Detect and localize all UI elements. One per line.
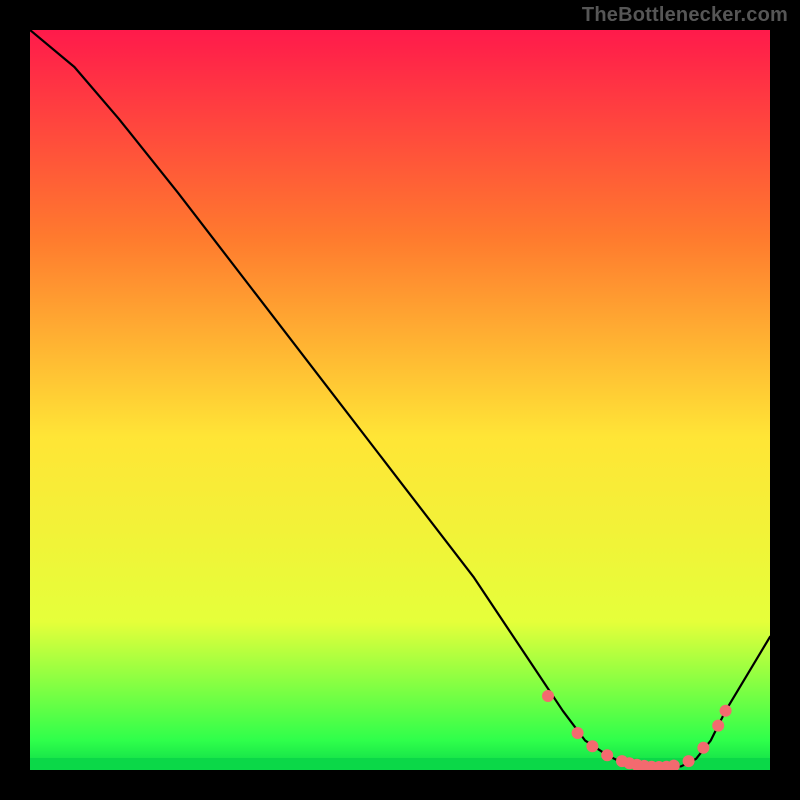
optimal-marker bbox=[586, 740, 598, 752]
gradient-background bbox=[30, 30, 770, 770]
chart-svg bbox=[30, 30, 770, 770]
chart-frame: TheBottlenecker.com bbox=[0, 0, 800, 800]
optimal-marker bbox=[572, 727, 584, 739]
attribution-label: TheBottlenecker.com bbox=[582, 4, 788, 27]
plot-area bbox=[30, 30, 770, 770]
optimal-marker bbox=[712, 720, 724, 732]
optimal-marker bbox=[720, 705, 732, 717]
optimal-marker bbox=[697, 742, 709, 754]
optimal-marker bbox=[683, 755, 695, 767]
optimal-marker bbox=[601, 749, 613, 761]
optimal-marker bbox=[542, 690, 554, 702]
